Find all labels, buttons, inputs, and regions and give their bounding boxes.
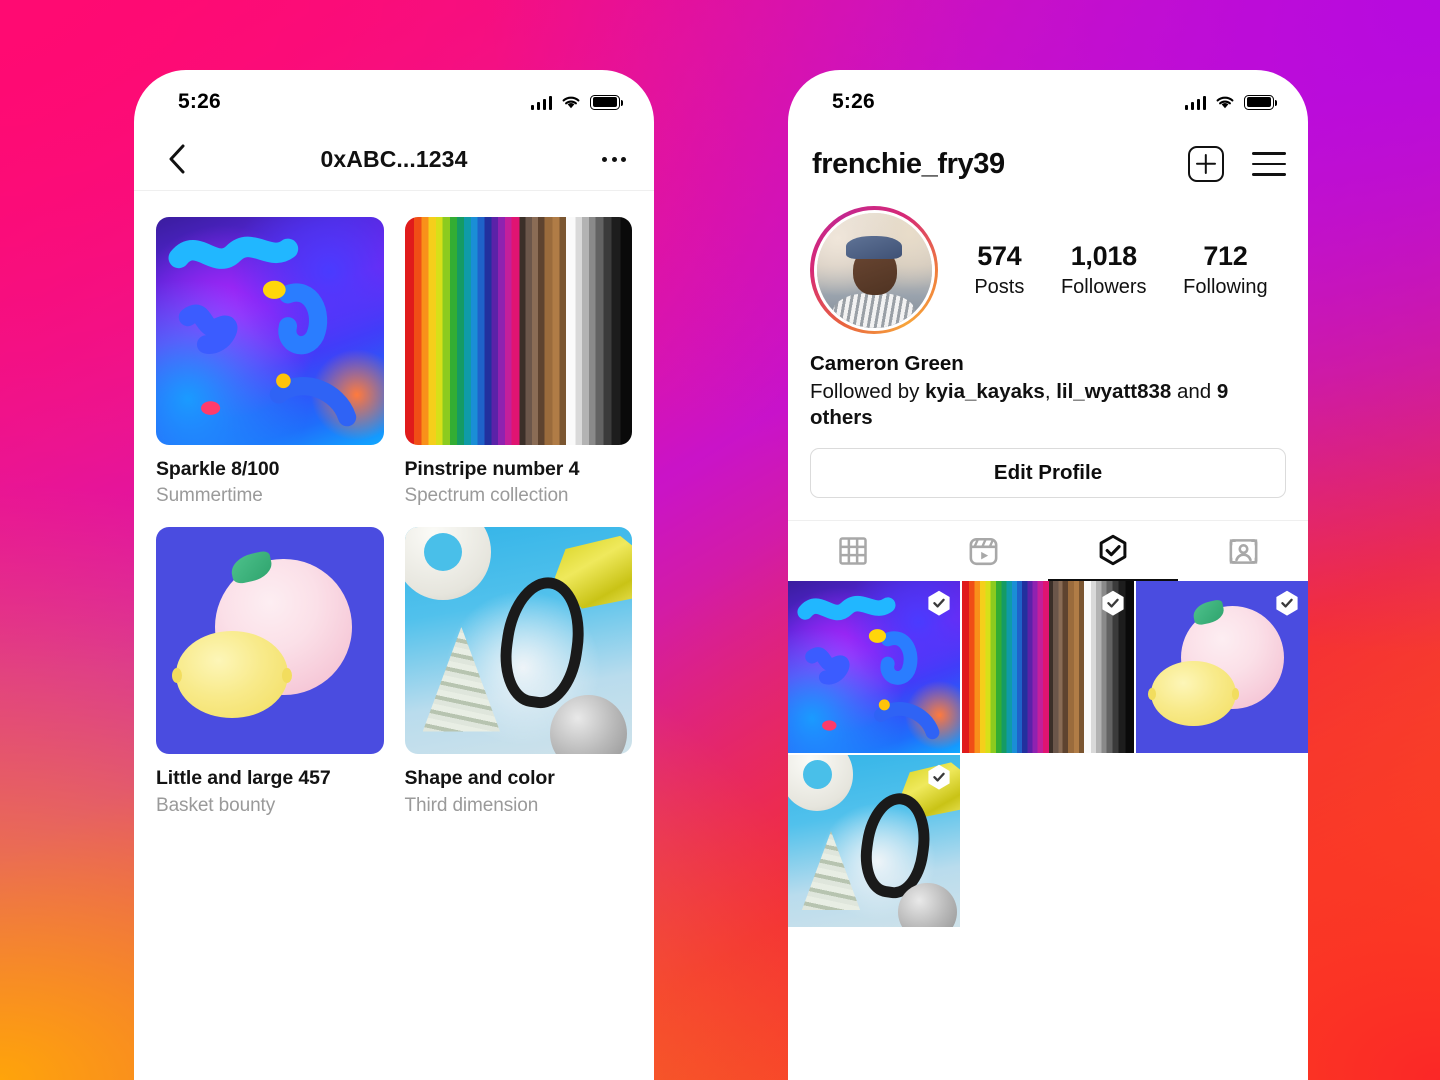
profile-display-name: Cameron Green — [810, 352, 964, 375]
profile-nav-bar: frenchie_fry39 — [788, 128, 1308, 200]
stat-posts[interactable]: 574 Posts — [974, 241, 1024, 299]
reels-icon — [969, 537, 997, 566]
nft-title: Sparkle 8/100 — [156, 457, 280, 480]
nft-card[interactable]: Shape and color Third dimension — [404, 526, 632, 817]
nft-collection: Spectrum collection — [404, 484, 569, 506]
hamburger-menu-icon[interactable] — [1252, 151, 1286, 177]
nft-verified-badge-icon — [1101, 590, 1125, 617]
cellular-signal-icon — [1184, 95, 1206, 110]
nft-verified-badge-icon — [927, 764, 951, 791]
phone-right-profile-screen: 5:26 frenchie_fry39 574 Posts 1,018 Foll… — [788, 70, 1308, 1080]
status-bar-left: 5:26 — [134, 70, 654, 128]
nft-collection-grid: Sparkle 8/100 Summertime Pinstripe numbe… — [134, 191, 654, 817]
battery-icon — [590, 94, 624, 110]
profile-tab-bar — [788, 520, 1308, 582]
edit-profile-button[interactable]: Edit Profile — [810, 448, 1286, 499]
tab-tagged[interactable] — [1178, 521, 1308, 581]
followed-by-text: Followed by kyia_kayaks, lil_wyatt838 an… — [810, 379, 1286, 431]
followed-by-suffix: and — [1171, 380, 1217, 403]
stat-label: Posts — [974, 276, 1025, 298]
post-thumbnail[interactable] — [962, 581, 1134, 754]
stat-value: 712 — [1203, 241, 1248, 271]
status-time: 5:26 — [832, 90, 875, 113]
cellular-signal-icon — [530, 95, 552, 110]
nft-title: Pinstripe number 4 — [404, 457, 580, 480]
nft-card[interactable]: Pinstripe number 4 Spectrum collection — [404, 217, 632, 507]
followed-by-prefix: Followed by — [810, 380, 926, 403]
wallet-nav-bar: 0xABC...1234 — [134, 128, 654, 191]
stat-value: 574 — [977, 241, 1022, 271]
nft-verified-badge-icon — [1275, 590, 1299, 617]
avatar[interactable] — [810, 206, 938, 334]
grid-icon — [839, 537, 867, 566]
mutual-follower-1[interactable]: kyia_kayaks — [925, 380, 1045, 403]
more-options-icon[interactable] — [600, 149, 628, 170]
nft-card[interactable]: Little and large 457 Basket bounty — [156, 526, 384, 817]
nft-collection: Basket bounty — [156, 794, 276, 816]
nft-verified-badge-icon — [927, 590, 951, 617]
chevron-left-icon — [169, 144, 185, 174]
nft-collection: Summertime — [156, 484, 263, 506]
nft-title: Little and large 457 — [156, 767, 331, 790]
profile-actions — [1188, 146, 1286, 182]
back-button[interactable] — [160, 142, 194, 176]
nft-artwork-sparkle — [156, 217, 384, 445]
stat-following[interactable]: 712 Following — [1183, 241, 1267, 299]
tab-reels[interactable] — [918, 521, 1048, 581]
profile-username[interactable]: frenchie_fry39 — [812, 148, 1005, 181]
status-bar-right: 5:26 — [788, 70, 1308, 128]
followed-by-separator: , — [1044, 380, 1057, 403]
nft-artwork-pinstripe — [404, 217, 632, 445]
sparkle-shapes — [168, 236, 357, 427]
profile-bio: Cameron Green Followed by kyia_kayaks, l… — [788, 334, 1308, 431]
wallet-address-title: 0xABC...1234 — [320, 145, 468, 172]
mutual-follower-2[interactable]: lil_wyatt838 — [1056, 380, 1171, 403]
nft-artwork-fruit — [156, 526, 384, 755]
profile-stats: 574 Posts 1,018 Followers 712 Following — [938, 241, 1286, 299]
profile-summary-row: 574 Posts 1,018 Followers 712 Following — [788, 200, 1308, 334]
plus-square-icon[interactable] — [1188, 146, 1224, 182]
tagged-person-icon — [1229, 539, 1257, 564]
stat-value: 1,018 — [1070, 241, 1137, 271]
stat-label: Followers — [1060, 276, 1147, 298]
stat-followers[interactable]: 1,018 Followers — [1061, 241, 1147, 299]
status-icons — [1184, 94, 1278, 110]
stat-label: Following — [1183, 276, 1268, 298]
nft-collection: Third dimension — [404, 794, 539, 816]
wifi-icon — [1216, 96, 1234, 108]
tab-nft-collectibles[interactable] — [1048, 521, 1178, 582]
nft-card[interactable]: Sparkle 8/100 Summertime — [156, 217, 384, 507]
post-thumbnail[interactable] — [788, 755, 960, 928]
nft-artwork-shapes — [404, 526, 632, 755]
post-thumbnail[interactable] — [788, 581, 960, 754]
post-thumbnail[interactable] — [1136, 581, 1308, 754]
nft-title: Shape and color — [404, 767, 555, 790]
status-time: 5:26 — [178, 90, 221, 113]
nft-hexagon-check-icon — [1099, 535, 1127, 566]
wifi-icon — [562, 96, 580, 108]
profile-post-grid — [788, 581, 1308, 928]
status-icons — [530, 94, 624, 110]
tab-grid[interactable] — [788, 521, 918, 581]
battery-icon — [1244, 94, 1278, 110]
phone-left-wallet-screen: 5:26 0xABC...1234 Sparkle 8/100 Summerti… — [134, 70, 654, 1080]
background-gradient: 5:26 0xABC...1234 Sparkle 8/100 Summerti… — [0, 0, 1440, 1080]
